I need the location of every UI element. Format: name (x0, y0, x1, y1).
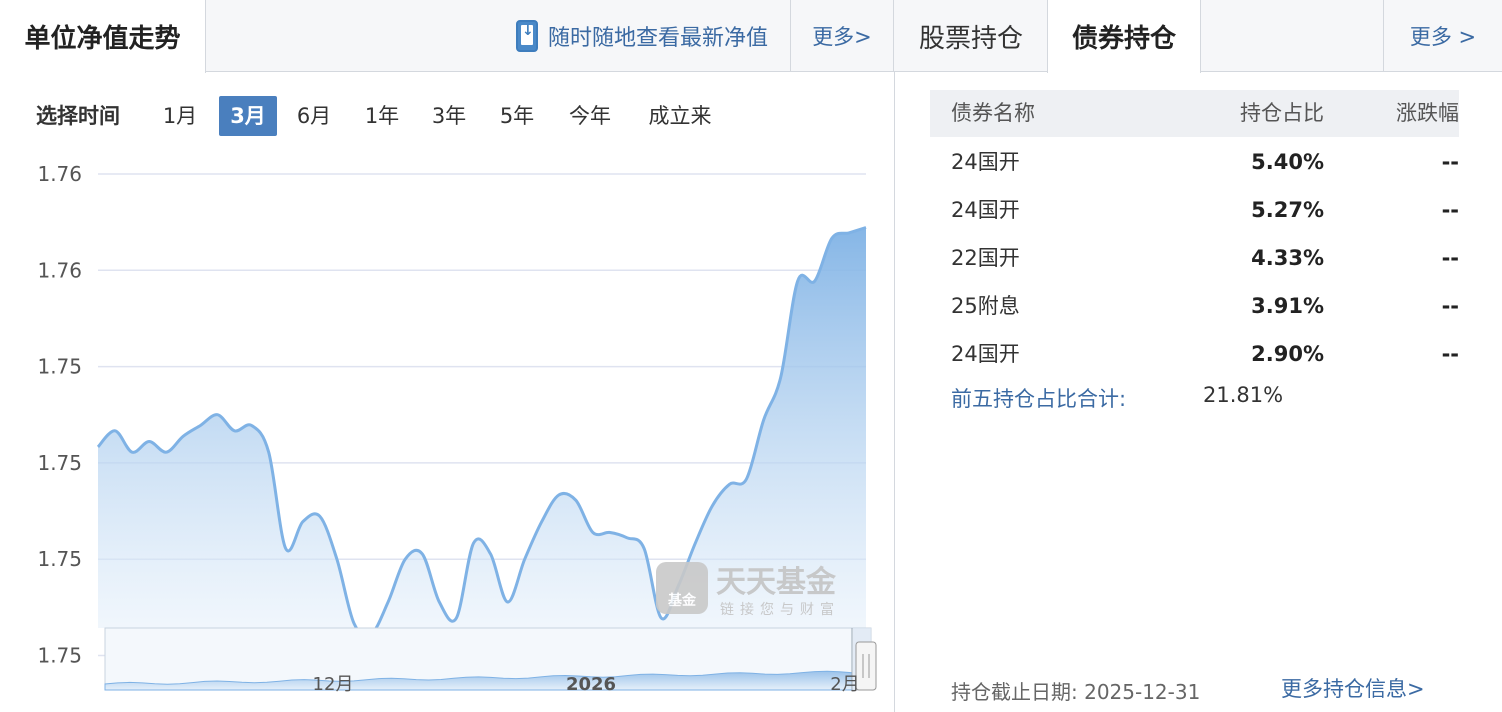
bond-name[interactable]: 24国开 (951, 186, 1020, 234)
table-row[interactable]: 24国开 5.27% -- (930, 186, 1459, 234)
app-link-label: 随时随地查看最新净值 (547, 26, 768, 51)
navigator-label-2026: 2026 (566, 674, 616, 695)
table-row[interactable]: 25附息 3.91% -- (930, 282, 1459, 330)
range-1y-button[interactable]: 1年 (354, 96, 410, 136)
y-tick-label: 1.76 (37, 162, 82, 186)
column-header-change: 涨跌幅 (1396, 101, 1459, 125)
table-row[interactable]: 24国开 2.90% -- (930, 330, 1459, 378)
top5-summary-value: 21.81% (1203, 383, 1284, 407)
navigator-label-feb: 2月 (830, 674, 859, 695)
app-download-link[interactable]: 随时随地查看最新净值 (206, 0, 790, 72)
watermark-brand: 天天基金 (716, 565, 837, 600)
more-link-left[interactable]: 更多> (790, 0, 894, 72)
range-navigator[interactable]: 12月 2026 2月 (104, 627, 877, 695)
price-change: -- (1441, 198, 1459, 222)
range-inception-button[interactable]: 成立来 (638, 96, 722, 136)
bond-name[interactable]: 24国开 (951, 138, 1020, 186)
range-1m-button[interactable]: 1月 (152, 96, 208, 136)
price-change: -- (1441, 246, 1459, 270)
y-tick-label: 1.75 (37, 451, 82, 475)
tab-bond-label: 债券持仓 (1071, 24, 1176, 54)
chart-bottom-mask (0, 692, 894, 712)
navigator-label-dec: 12月 (313, 674, 354, 695)
tab-bar: 单位净值走势 随时随地查看最新净值 更多> 股票持仓 债券持仓 更多 > (0, 0, 1502, 73)
phone-download-icon (515, 20, 538, 52)
holding-pct: 2.90% (1251, 342, 1324, 366)
y-tick-label: 1.75 (37, 355, 82, 379)
time-selector-label: 选择时间 (36, 104, 120, 128)
tab-stock-label: 股票持仓 (918, 23, 1023, 54)
nav-trend-chart: 1.761.761.751.751.751.75 基金 天天基金 链接您与财富 … (0, 162, 894, 712)
watermark-slogan: 链接您与财富 (720, 601, 840, 618)
range-5y-button[interactable]: 5年 (489, 96, 545, 136)
tab-bond-holdings[interactable]: 债券持仓 (1047, 0, 1201, 73)
top5-summary-label: 前五持仓占比合计: (951, 387, 1127, 411)
tab-nav-trend-label: 单位净值走势 (24, 24, 181, 54)
holding-pct: 5.27% (1251, 198, 1324, 222)
column-header-holding-pct: 持仓占比 (1240, 101, 1324, 125)
tab-stock-holdings[interactable]: 股票持仓 (895, 0, 1047, 72)
more-link-right[interactable]: 更多 > (1383, 0, 1502, 72)
y-tick-label: 1.76 (37, 258, 82, 282)
column-header-bond-name: 债券名称 (951, 101, 1035, 125)
range-ytd-button[interactable]: 今年 (558, 96, 622, 136)
price-change: -- (1441, 150, 1459, 174)
bond-name[interactable]: 25附息 (951, 282, 1020, 330)
holding-pct: 3.91% (1251, 294, 1324, 318)
range-3m-button[interactable]: 3月 (219, 96, 277, 136)
range-6m-button[interactable]: 6月 (286, 96, 342, 136)
holding-pct: 5.40% (1251, 150, 1324, 174)
bond-name[interactable]: 22国开 (951, 234, 1020, 282)
range-3y-button[interactable]: 3年 (421, 96, 477, 136)
price-change: -- (1441, 294, 1459, 318)
bond-name[interactable]: 24国开 (951, 330, 1020, 378)
watermark: 基金 天天基金 链接您与财富 (656, 562, 840, 618)
tab-nav-trend[interactable]: 单位净值走势 (0, 0, 206, 73)
y-tick-label: 1.75 (37, 547, 82, 571)
more-holdings-link[interactable]: 更多持仓信息> (1281, 673, 1425, 703)
panel-divider (894, 72, 895, 712)
table-row[interactable]: 22国开 4.33% -- (930, 234, 1459, 282)
y-tick-label: 1.75 (37, 644, 82, 668)
watermark-badge-text: 基金 (668, 592, 697, 609)
table-row[interactable]: 24国开 5.40% -- (930, 138, 1459, 186)
holding-pct: 4.33% (1251, 246, 1324, 270)
bond-table-header: 债券名称 持仓占比 涨跌幅 (930, 90, 1459, 137)
price-change: -- (1441, 342, 1459, 366)
holdings-as-of-date: 持仓截止日期: 2025-12-31 (951, 680, 1201, 704)
